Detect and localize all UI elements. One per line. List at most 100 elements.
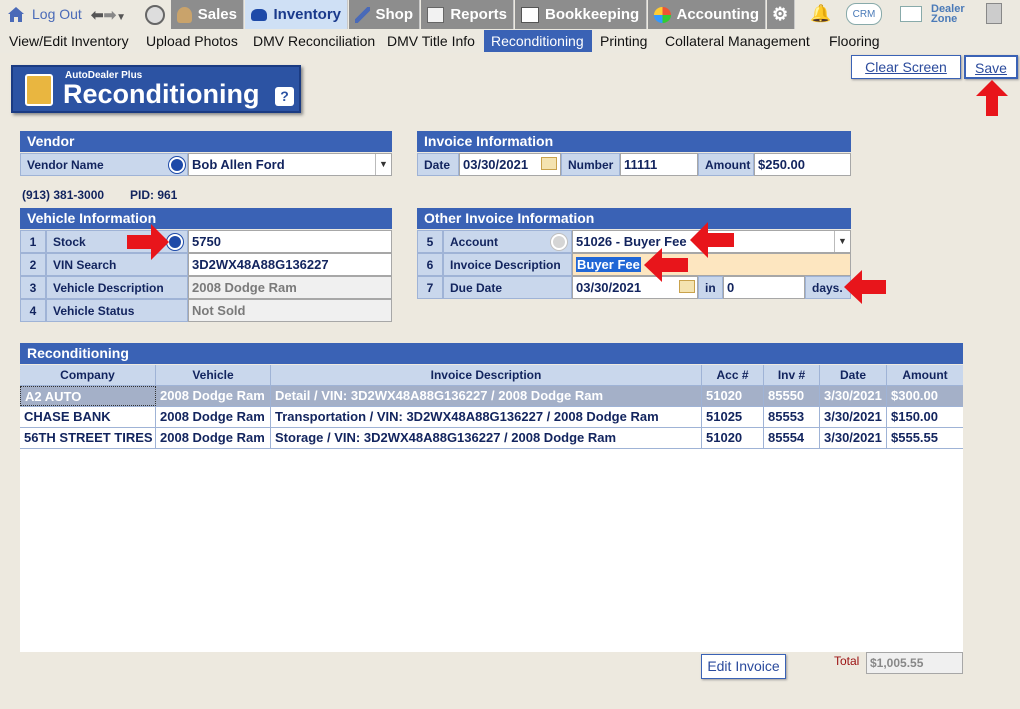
subnav-dmv-title-info[interactable]: DMV Title Info: [380, 30, 482, 52]
nav-reports[interactable]: Reports: [421, 0, 514, 29]
edit-invoice-button[interactable]: Edit Invoice: [701, 654, 786, 679]
nav-accounting[interactable]: Accounting: [648, 0, 766, 29]
vehicle-row-num: 3: [20, 276, 46, 299]
dealer-zone-text-2: Zone: [931, 13, 958, 25]
vendor-name-select[interactable]: Bob Allen Ford ▼: [188, 153, 392, 176]
nav-bookkeeping[interactable]: Bookkeeping: [515, 0, 647, 29]
cell-date: 3/30/2021: [820, 428, 887, 448]
total-value: $1,005.55: [866, 652, 963, 674]
nav-inventory-label: Inventory: [273, 6, 341, 23]
history-nav[interactable]: ⬅➡▼: [91, 6, 126, 24]
vendor-header: Vendor: [20, 131, 392, 152]
cell-company: A2 AUTO: [20, 386, 156, 406]
subnav-flooring[interactable]: Flooring: [822, 30, 887, 52]
subnav-upload-photos[interactable]: Upload Photos: [139, 30, 245, 52]
vehicle-row-num: 1: [20, 230, 46, 253]
cell-vehicle: 2008 Dodge Ram: [156, 407, 271, 427]
days-input[interactable]: 0: [723, 276, 805, 299]
nav-shop[interactable]: Shop: [349, 0, 420, 29]
nav-sales-label: Sales: [197, 6, 237, 23]
vendor-lookup-icon[interactable]: [169, 157, 185, 173]
chevron-down-icon[interactable]: ▼: [375, 154, 391, 175]
col-acc[interactable]: Acc #: [702, 365, 764, 386]
cell-vehicle: 2008 Dodge Ram: [156, 386, 271, 406]
nav-inventory[interactable]: Inventory: [245, 0, 348, 29]
app-logo-icon: [25, 74, 53, 106]
subnav-printing[interactable]: Printing: [593, 30, 654, 52]
col-invoice-description[interactable]: Invoice Description: [271, 365, 702, 386]
col-company[interactable]: Company: [20, 365, 156, 386]
subnav-dmv-reconciliation[interactable]: DMV Reconciliation: [246, 30, 382, 52]
vehicle-status-label: Vehicle Status: [46, 299, 188, 322]
subnav-reconditioning[interactable]: Reconditioning: [484, 30, 592, 52]
help-button[interactable]: ?: [275, 87, 294, 106]
cell-acc: 51020: [702, 428, 764, 448]
logout-label: Log Out: [32, 6, 82, 22]
red-arrow-up-save: [976, 80, 1008, 116]
nav-sales[interactable]: Sales: [171, 0, 244, 29]
subnav-collateral-management[interactable]: Collateral Management: [658, 30, 817, 52]
dealer-zone-link[interactable]: Dealer Zone: [931, 4, 965, 25]
chevron-down-icon[interactable]: ▼: [834, 231, 850, 252]
settings-button[interactable]: ⚙: [767, 0, 795, 29]
invoice-description-value: Buyer Fee: [576, 257, 641, 272]
table-row[interactable]: A2 AUTO 2008 Dodge Ram Detail / VIN: 3D2…: [20, 386, 963, 407]
invoice-date-value: 03/30/2021: [463, 157, 529, 172]
vendor-phone: (913) 381-3000: [22, 188, 105, 202]
in-label: in: [698, 276, 723, 299]
cell-description: Storage / VIN: 3D2WX48A88G136227 / 2008 …: [271, 428, 702, 448]
cell-amount: $300.00: [887, 386, 963, 406]
table-row[interactable]: 56TH STREET TIRES 2008 Dodge Ram Storage…: [20, 428, 963, 449]
crm-button[interactable]: CRM: [846, 3, 882, 25]
vendor-name-label: Vendor Name: [20, 153, 188, 176]
table-row[interactable]: CHASE BANK 2008 Dodge Ram Transportation…: [20, 407, 963, 428]
vin-search-input[interactable]: 3D2WX48A88G136227: [188, 253, 392, 276]
logout-link[interactable]: Log Out: [6, 5, 82, 23]
cell-date: 3/30/2021: [820, 407, 887, 427]
invoice-amount-input[interactable]: $250.00: [754, 153, 851, 176]
back-arrow-icon[interactable]: ⬅: [91, 7, 104, 24]
stock-lookup-icon[interactable]: [167, 234, 183, 250]
vendor-pid: PID: 961: [130, 188, 178, 202]
chevron-down-icon[interactable]: ▼: [116, 12, 126, 23]
forward-arrow-icon[interactable]: ➡: [104, 7, 117, 24]
sales-person-icon: [177, 6, 192, 23]
clear-screen-button[interactable]: Clear Screen: [851, 55, 961, 79]
subnav-view-edit-inventory[interactable]: View/Edit Inventory: [2, 30, 136, 52]
col-inv[interactable]: Inv #: [764, 365, 820, 386]
cell-inv: 85553: [764, 407, 820, 427]
dealer-zone-icon[interactable]: [900, 6, 922, 22]
cell-acc: 51020: [702, 386, 764, 406]
red-arrow-left-days: [844, 270, 886, 304]
invoice-date-label: Date: [417, 153, 459, 176]
car-icon: [251, 8, 268, 21]
user-avatar-icon[interactable]: [145, 5, 165, 25]
pie-chart-icon: [654, 6, 671, 23]
red-arrow-left-account: [690, 222, 734, 258]
red-arrow-right-stock: [127, 224, 169, 260]
cell-inv: 85554: [764, 428, 820, 448]
page-title-badge: AutoDealer Plus Reconditioning ?: [11, 65, 301, 113]
invoice-number-input[interactable]: 11111: [620, 153, 698, 176]
cell-amount: $555.55: [891, 430, 938, 445]
stock-input[interactable]: 5750: [188, 230, 392, 253]
cell-description: Detail / VIN: 3D2WX48A88G136227 / 2008 D…: [271, 386, 702, 406]
calendar-icon[interactable]: [541, 157, 557, 170]
account-lookup-icon[interactable]: [551, 234, 567, 250]
col-date[interactable]: Date: [820, 365, 887, 386]
col-vehicle[interactable]: Vehicle: [156, 365, 271, 386]
other-row-num: 7: [417, 276, 443, 299]
reconditioning-table: Company Vehicle Invoice Description Acc …: [20, 365, 963, 652]
cell-company: CHASE BANK: [20, 407, 156, 427]
vehicle-header: Vehicle Information: [20, 208, 392, 229]
vehicle-row-num: 2: [20, 253, 46, 276]
bell-icon[interactable]: 🔔: [810, 4, 831, 24]
home-icon: [8, 7, 24, 22]
book-icon: [521, 6, 539, 23]
cell-description: Transportation / VIN: 3D2WX48A88G136227 …: [271, 407, 702, 427]
col-amount[interactable]: Amount: [887, 365, 963, 386]
due-date-value: 03/30/2021: [576, 280, 642, 295]
vehicle-description-label: Vehicle Description: [46, 276, 188, 299]
save-button[interactable]: Save: [964, 55, 1018, 79]
calculator-icon[interactable]: [986, 3, 1002, 24]
